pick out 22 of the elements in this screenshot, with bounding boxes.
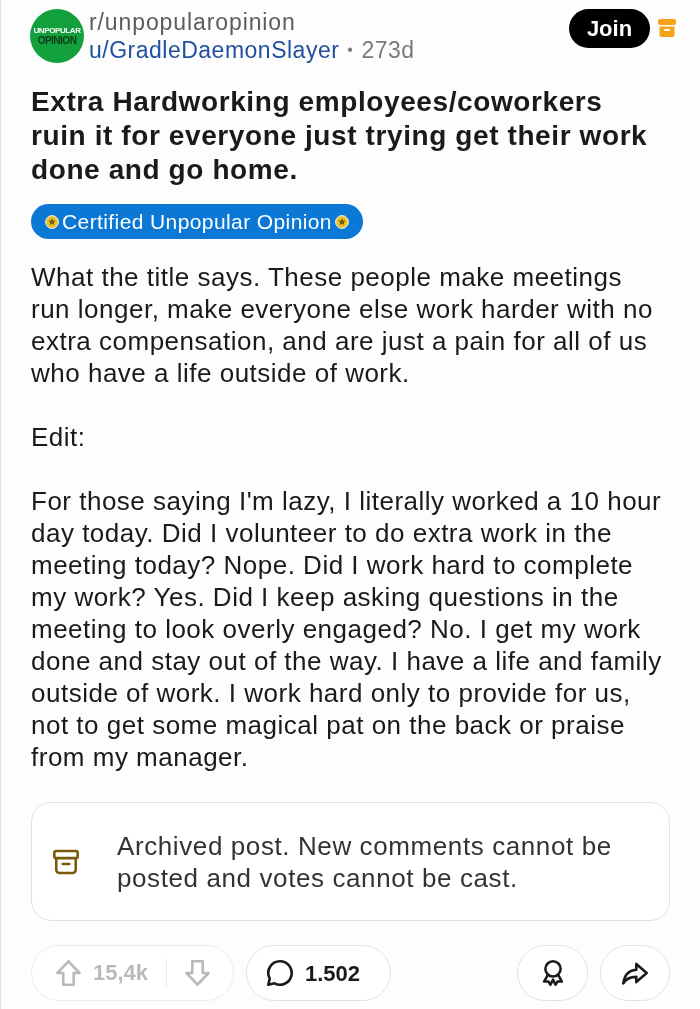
star-badge-icon — [334, 214, 349, 229]
body-paragraph: For those saying I'm lazy, I literally worked a 10 hour day today. Did I volunteer to do extra work in the meeting today? Nope. Did I work hard to complete my work? Yes. Did I keep asking questions in the meeting to look overly engaged? No. I get my work done and stay out of the way. I have a life and family outside of work. I work hard only to provide for us, not to get some magical pat on the back or praise from my manager. — [31, 485, 663, 773]
award-button[interactable] — [517, 945, 588, 1001]
vote-score: 15,4k — [93, 959, 149, 987]
avatar-logo-text: UNPOPULAR — [33, 26, 81, 35]
post-age: 273d — [361, 36, 415, 64]
avatar-logo-text: OPINION — [37, 35, 77, 46]
share-arrow-icon — [622, 961, 648, 985]
flair-text: Certified Unpopular Opinion — [62, 209, 332, 234]
separator-dot: • — [347, 40, 354, 60]
star-badge-icon — [45, 214, 59, 229]
share-button[interactable] — [600, 945, 670, 1001]
post-title: Extra Hardworking employees/coworkers ruin it for everyone just trying get their work done and go home. — [31, 85, 649, 187]
speech-bubble-icon — [267, 960, 293, 986]
body-paragraph: What the title says. These people make meetings run longer, make everyone else work harder with no extra compensation, and are just a pain for all of us who have a life outside of work. — [31, 261, 654, 389]
join-button[interactable]: Join — [569, 8, 650, 48]
notice-text: Archived post. New comments cannot be posted and votes cannot be cast. — [117, 829, 613, 894]
subreddit-link[interactable]: r/unpopularopinion — [89, 8, 296, 36]
author-link[interactable]: u/GradleDaemonSlayer — [89, 36, 340, 64]
comments-button[interactable]: 1.502 — [246, 945, 391, 1001]
body-paragraph: Edit: — [31, 421, 87, 453]
community-avatar[interactable]: UNPOPULAR OPINION — [30, 9, 84, 63]
